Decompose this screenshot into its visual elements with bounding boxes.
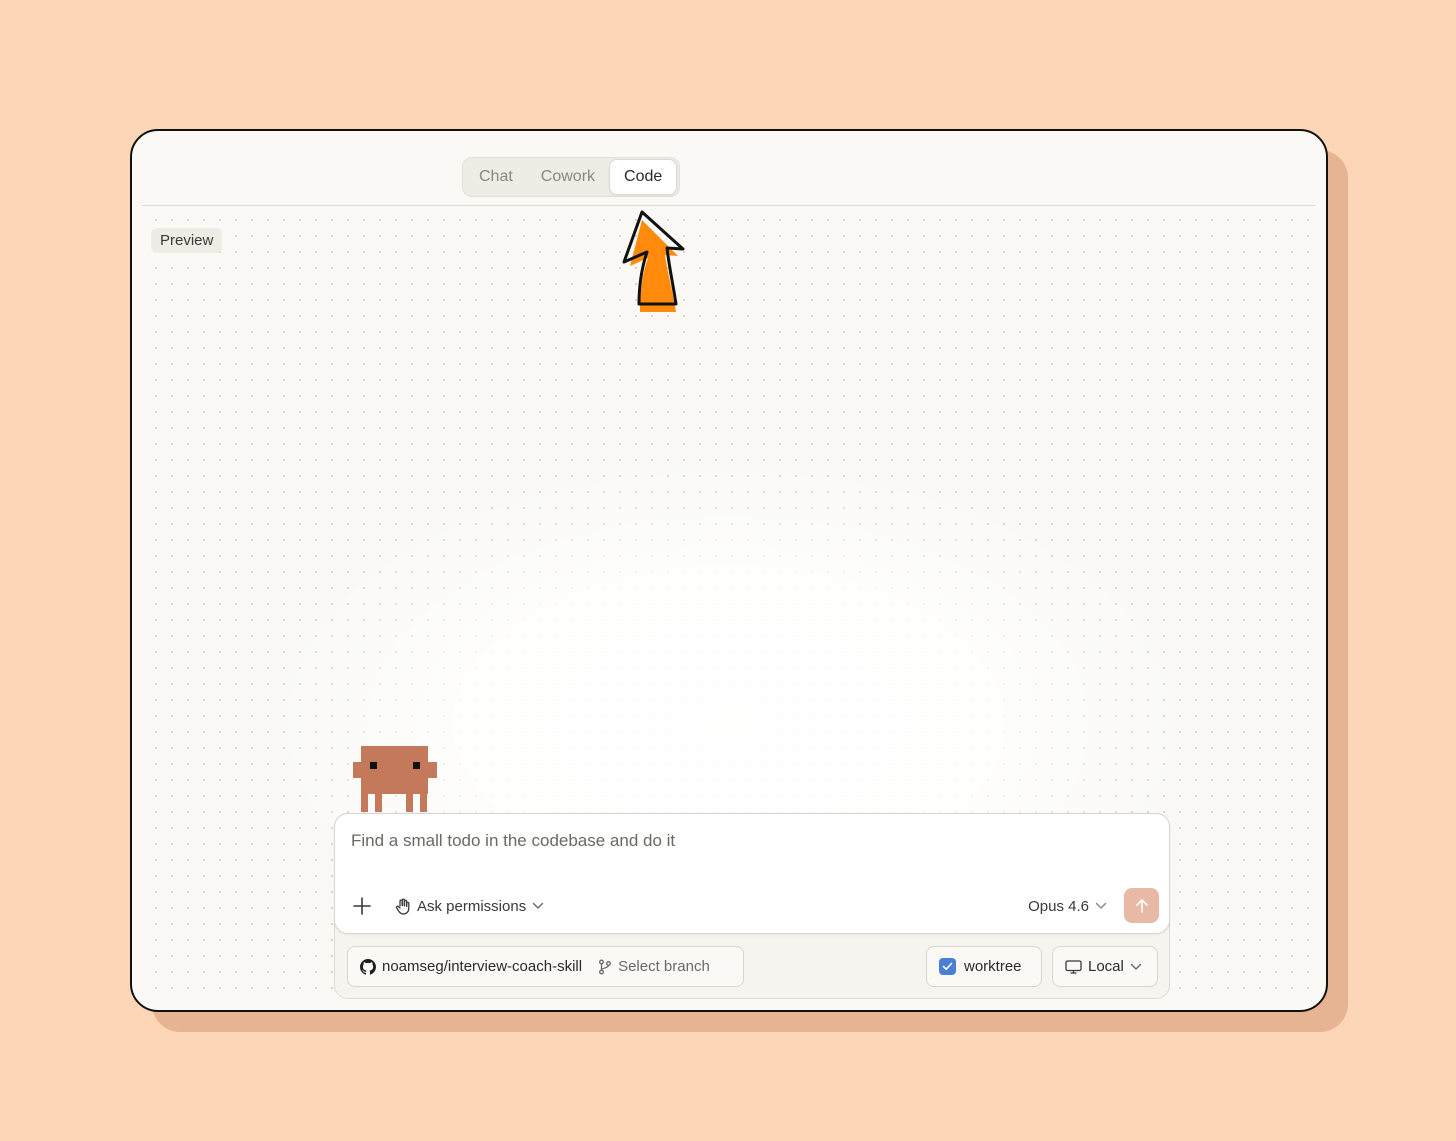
worktree-checkbox[interactable] (939, 958, 956, 975)
tab-cowork[interactable]: Cowork (527, 160, 609, 194)
model-selector[interactable]: Opus 4.6 (1028, 893, 1107, 919)
model-label: Opus 4.6 (1028, 897, 1089, 915)
branch-selector[interactable]: Select branch (598, 958, 710, 975)
git-branch-icon (598, 959, 612, 975)
top-bar: Chat Cowork Code (142, 131, 1316, 206)
permissions-label: Ask permissions (417, 897, 527, 915)
permissions-dropdown[interactable]: Ask permissions (395, 893, 544, 919)
send-button[interactable] (1124, 888, 1159, 923)
mode-switcher: Chat Cowork Code (462, 157, 681, 197)
chevron-down-icon (1130, 963, 1142, 971)
environment-dropdown[interactable]: Local (1052, 946, 1158, 987)
mascot-icon (353, 746, 437, 814)
tab-code[interactable]: Code (609, 159, 678, 195)
repo-name: noamseg/interview-coach-skill (382, 958, 583, 975)
preview-badge: Preview (151, 228, 223, 253)
add-attachment-button[interactable] (350, 894, 374, 918)
hand-icon (395, 897, 411, 915)
arrow-up-icon (1135, 898, 1149, 914)
pointer-arrow-icon (620, 208, 690, 318)
check-icon (942, 962, 953, 971)
plus-icon (352, 896, 372, 916)
monitor-icon (1065, 959, 1082, 974)
worktree-label: worktree (964, 958, 1022, 975)
page-background: Chat Cowork Code Preview Find a small to… (0, 0, 1456, 1141)
repo-button[interactable]: noamseg/interview-coach-skill (360, 958, 582, 975)
prompt-input[interactable]: Find a small todo in the codebase and do… (351, 831, 675, 851)
app-window: Chat Cowork Code Preview Find a small to… (130, 129, 1328, 1012)
chevron-down-icon (532, 902, 544, 910)
prompt-input-box[interactable]: Find a small todo in the codebase and do… (334, 813, 1170, 934)
preview-canvas: Preview Find a small todo in the codebas… (142, 206, 1316, 999)
composer: Find a small todo in the codebase and do… (334, 813, 1170, 999)
chevron-down-icon (1095, 902, 1107, 910)
github-icon (360, 958, 376, 975)
tab-chat[interactable]: Chat (465, 160, 527, 194)
repo-selector: noamseg/interview-coach-skill Select bra… (347, 946, 744, 987)
environment-label: Local (1088, 958, 1124, 975)
branch-label: Select branch (618, 958, 710, 975)
worktree-toggle[interactable]: worktree (926, 946, 1042, 987)
